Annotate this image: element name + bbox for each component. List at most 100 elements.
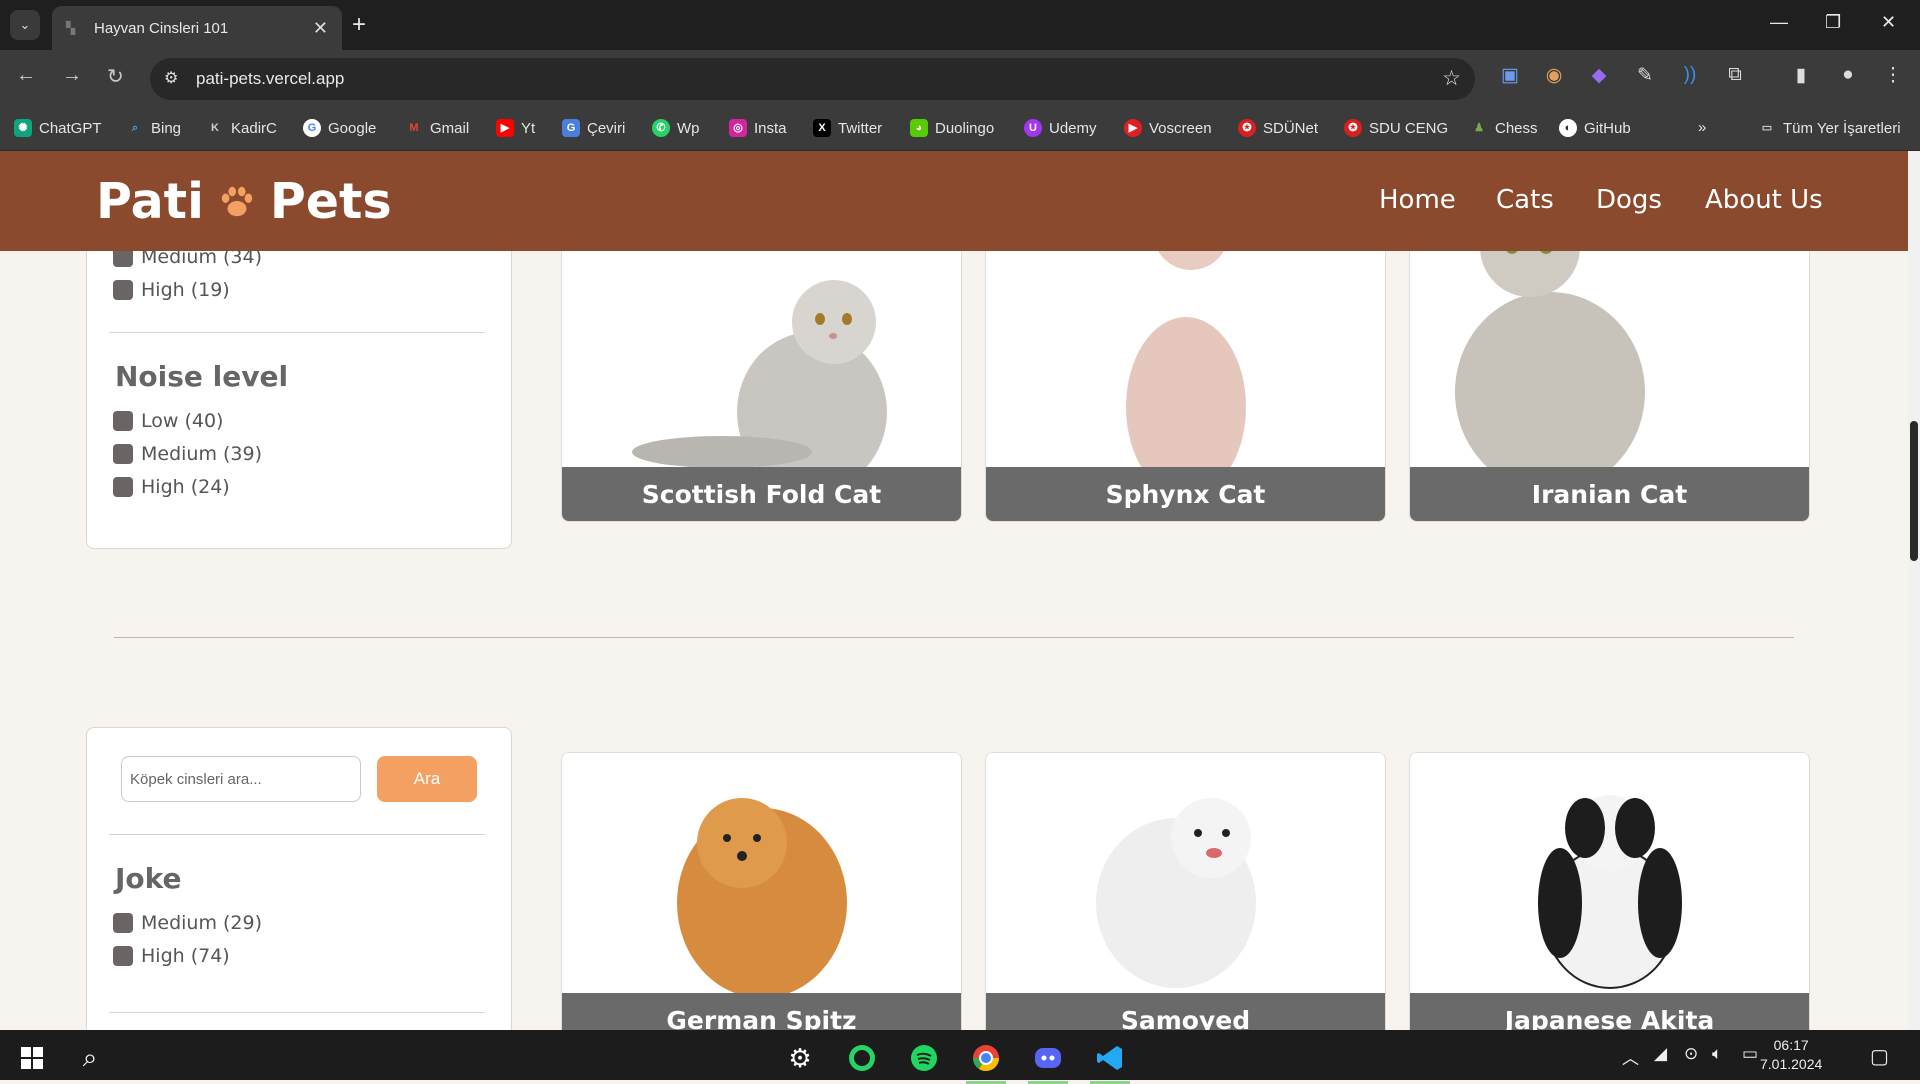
card-caption: Japanese Akita [1410, 993, 1809, 1030]
card-caption: Iranian Cat [1410, 467, 1809, 521]
tray-overflow-chevron-icon[interactable]: ︿ [1622, 1044, 1639, 1069]
browser-tab[interactable]: ▚ Hayvan Cinsleri 101 ✕ [52, 6, 342, 50]
site-info-icon[interactable]: ⚙ [164, 68, 178, 88]
volume-icon[interactable]: 🔈︎ [1712, 1044, 1722, 1064]
chess-pawn-icon: ♟ [1474, 122, 1484, 134]
tab-search-button[interactable]: ⌄ [10, 10, 40, 40]
checkbox-icon[interactable] [113, 279, 133, 300]
extension-icon[interactable]: ◉ [1541, 64, 1567, 87]
google-icon: G [303, 119, 321, 137]
network-icon[interactable]: ◢ [1654, 1044, 1667, 1064]
side-panel-icon[interactable]: ▮ [1788, 64, 1814, 87]
os-taskbar: ⌕ ⚙ ︿ ◢ ⊙ 🔈︎ ▭ 06:17 7.01.2024 ▢ [0, 1030, 1920, 1084]
notifications-icon[interactable]: ▢ [1870, 1044, 1889, 1069]
extensions-puzzle-icon[interactable]: ⧉ [1722, 64, 1748, 86]
bookmark-duolingo[interactable]: ◕ Duolingo [910, 119, 994, 137]
minimize-icon[interactable]: — [1770, 12, 1788, 33]
chrome-icon[interactable] [962, 1038, 1010, 1084]
nav-cats[interactable]: Cats [1496, 185, 1554, 215]
noise-level-title: Noise level [115, 360, 289, 393]
youtube-icon: ▶ [496, 119, 514, 137]
settings-gear-icon[interactable]: ⚙ [776, 1038, 824, 1078]
divider [109, 332, 485, 333]
menu-kebab-icon[interactable]: ⋮ [1880, 64, 1906, 87]
filter-checkbox[interactable]: Medium (39) [113, 437, 262, 470]
checkbox-icon[interactable] [113, 410, 133, 431]
dog-card[interactable]: Samoyed [985, 752, 1386, 1030]
profile-avatar-icon[interactable]: ● [1835, 64, 1861, 86]
bookmark-bing[interactable]: ⌕ Bing [126, 119, 181, 137]
bookmark-sdu-ceng[interactable]: ✪ SDU CENG [1344, 119, 1448, 137]
bookmark-github[interactable]: ◐ GitHub [1559, 119, 1631, 137]
bookmark-voscreen[interactable]: ▶ Voscreen [1124, 119, 1212, 137]
bookmark-star-icon[interactable]: ☆ [1442, 66, 1461, 91]
reload-icon[interactable]: ↻ [107, 64, 124, 89]
bookmark-udemy[interactable]: U Udemy [1024, 119, 1097, 137]
eyedropper-icon[interactable]: ✎ [1632, 64, 1658, 87]
sdu-logo-icon: ✪ [1344, 119, 1362, 137]
filter-checkbox[interactable]: Medium (29) [113, 906, 262, 939]
windows-start-icon[interactable] [8, 1038, 56, 1078]
whatsapp-icon[interactable] [838, 1038, 886, 1078]
dog-card[interactable]: German Spitz [561, 752, 962, 1030]
all-bookmarks-folder[interactable]: ▭ Tüm Yer İşaretleri [1758, 119, 1901, 137]
checkbox-icon[interactable] [113, 945, 133, 966]
bookmark-chatgpt[interactable]: ✺ ChatGPT [14, 119, 102, 137]
bookmark-google[interactable]: G Google [303, 119, 376, 137]
dog-card[interactable]: Japanese Akita [1409, 752, 1810, 1030]
dog-search-input[interactable] [121, 756, 361, 802]
tab-close-icon[interactable]: ✕ [313, 18, 328, 39]
bing-search-icon: ⌕ [131, 122, 139, 134]
nav-home[interactable]: Home [1379, 185, 1456, 215]
site-logo[interactable]: Pati Pets [96, 173, 392, 230]
forward-icon[interactable]: → [62, 64, 82, 87]
japanese-akita-image [1538, 795, 1682, 989]
filter-checkbox[interactable]: High (19) [113, 273, 262, 306]
instagram-icon: ◎ [729, 119, 747, 137]
vscode-icon[interactable] [1086, 1038, 1134, 1084]
bookmark-translate[interactable]: G Çeviri [562, 119, 625, 137]
filter-checkbox[interactable]: Low (40) [113, 404, 262, 437]
bookmark-instagram[interactable]: ◎ Insta [729, 119, 787, 137]
whatsapp-icon: ✆ [652, 119, 670, 137]
discord-icon[interactable] [1024, 1038, 1072, 1084]
site-header: Pati Pets Home Cats Dogs About Us [0, 151, 1908, 251]
clock[interactable]: 06:17 7.01.2024 [1760, 1036, 1822, 1074]
translate-extension-icon[interactable]: ▣ [1497, 64, 1523, 87]
bookmark-gmail[interactable]: M Gmail [405, 119, 469, 137]
checkbox-icon[interactable] [113, 912, 133, 933]
nav-dogs[interactable]: Dogs [1596, 185, 1662, 215]
nav-about-us[interactable]: About Us [1705, 185, 1823, 215]
restore-icon[interactable]: ❐ [1825, 12, 1841, 33]
bookmark-chess[interactable]: ♟ Chess [1470, 119, 1537, 137]
bookmark-twitter[interactable]: X Twitter [813, 119, 882, 137]
search-icon[interactable]: ⌕ [66, 1038, 114, 1078]
bookmark-sdunet[interactable]: ✪ SDÜNet [1238, 119, 1318, 137]
new-tab-button[interactable]: + [352, 12, 366, 38]
checkbox-icon[interactable] [113, 476, 133, 497]
duolingo-icon: ◕ [910, 119, 928, 137]
paw-icon [221, 186, 253, 216]
page-scrollbar[interactable] [1908, 151, 1920, 1030]
more-bookmarks-chevron-icon[interactable]: » [1698, 119, 1706, 136]
translate-icon: G [562, 119, 580, 137]
extension-icon[interactable]: ◆ [1586, 64, 1612, 87]
filter-checkbox[interactable]: High (24) [113, 470, 262, 503]
dog-photo [1410, 753, 1809, 993]
address-bar[interactable]: ⚙ pati-pets.vercel.app ☆ [150, 58, 1475, 100]
spotify-icon[interactable] [900, 1038, 948, 1078]
x-twitter-icon: X [813, 119, 831, 137]
scrollbar-thumb[interactable] [1910, 421, 1918, 561]
bookmark-kadirc[interactable]: K KadirC [206, 119, 277, 137]
battery-icon[interactable]: ▭ [1742, 1044, 1758, 1064]
back-icon[interactable]: ← [16, 64, 36, 87]
bookmark-whatsapp[interactable]: ✆ Wp [652, 119, 700, 137]
bookmark-youtube[interactable]: ▶ Yt [496, 119, 535, 137]
filter-checkbox[interactable]: High (74) [113, 939, 262, 972]
close-window-icon[interactable]: ✕ [1881, 12, 1896, 33]
joke-title: Joke [115, 862, 182, 895]
checkbox-icon[interactable] [113, 443, 133, 464]
extension-icon[interactable]: )) [1677, 64, 1703, 86]
location-icon[interactable]: ⊙ [1684, 1044, 1698, 1064]
search-button[interactable]: Ara [377, 756, 477, 802]
